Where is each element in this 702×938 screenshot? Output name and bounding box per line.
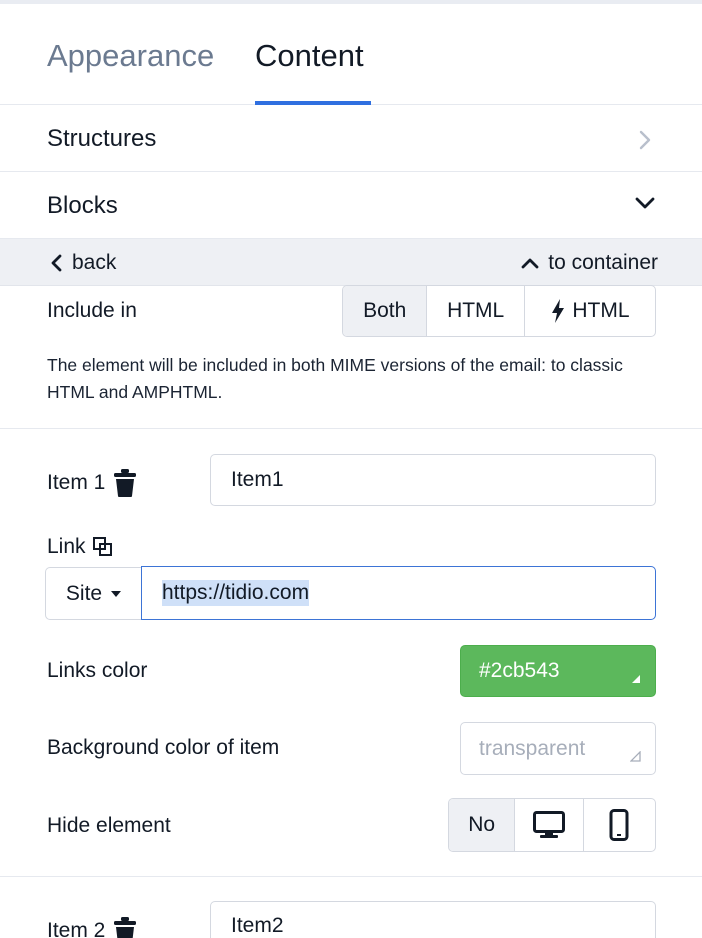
bg-color-label: Background color of item xyxy=(47,736,280,759)
tab-appearance[interactable]: Appearance xyxy=(47,38,214,74)
link-type-value: Site xyxy=(65,581,103,605)
link-type-dropdown[interactable]: Site xyxy=(45,567,142,620)
link-label: Link xyxy=(47,535,86,558)
include-html-option[interactable]: HTML xyxy=(427,286,525,336)
back-label: back xyxy=(72,251,117,274)
resize-corner-icon xyxy=(632,675,640,683)
hide-element-label: Hide element xyxy=(47,814,171,837)
item1-label: Item 1 xyxy=(47,471,106,494)
item1-input[interactable]: Item1 xyxy=(210,454,656,506)
include-in-description: The element will be included in both MIM… xyxy=(47,355,623,402)
tab-bar: Appearance Content xyxy=(0,4,702,105)
hide-desktop-option[interactable] xyxy=(515,799,584,851)
structures-label: Structures xyxy=(47,125,157,152)
caret-down-icon xyxy=(111,590,122,597)
chevron-right-icon xyxy=(639,130,651,150)
include-amphtml-option[interactable]: HTML xyxy=(525,286,655,336)
include-in-label: Include in xyxy=(47,299,137,322)
hide-mobile-option[interactable] xyxy=(584,799,655,851)
link-label-group: Link xyxy=(47,535,114,559)
tab-content[interactable]: Content xyxy=(255,38,364,74)
blocks-label: Blocks xyxy=(47,192,118,219)
resize-corner-icon xyxy=(630,751,641,762)
include-both-option[interactable]: Both xyxy=(343,286,428,336)
to-container-button[interactable]: to container xyxy=(520,251,658,275)
desktop-icon xyxy=(533,811,566,838)
chevron-up-icon xyxy=(521,258,539,269)
link-url-input[interactable]: https://tidio.com xyxy=(141,566,656,620)
bg-color-value: transparent xyxy=(479,736,586,760)
blocks-section-header[interactable]: Blocks xyxy=(0,172,702,239)
section-divider xyxy=(0,876,702,877)
lightning-icon xyxy=(552,299,565,323)
chevron-left-icon xyxy=(51,254,62,272)
hide-element-segmented-control: No xyxy=(448,798,656,852)
trash-icon[interactable] xyxy=(113,468,137,498)
links-color-label: Links color xyxy=(47,659,148,682)
hide-no-option[interactable]: No xyxy=(449,799,516,851)
include-in-segmented-control: Both HTML HTML xyxy=(342,285,656,337)
include-amphtml-label: HTML xyxy=(572,299,630,322)
item2-label: Item 2 xyxy=(47,919,106,938)
links-color-picker[interactable]: #2cb543 xyxy=(460,645,656,697)
item1-label-group: Item 1 xyxy=(47,468,137,498)
bg-color-picker[interactable]: transparent xyxy=(460,722,656,775)
links-color-value: #2cb543 xyxy=(479,659,560,682)
structures-section-header[interactable]: Structures xyxy=(0,105,702,172)
chevron-down-icon xyxy=(635,197,655,209)
block-navigation-bar: back to container xyxy=(0,239,702,286)
item2-input[interactable]: Item2 xyxy=(210,901,656,938)
copy-link-icon[interactable] xyxy=(92,536,114,558)
trash-icon[interactable] xyxy=(113,916,137,938)
to-container-label: to container xyxy=(548,251,658,274)
section-divider xyxy=(0,428,702,429)
mobile-icon xyxy=(609,809,629,841)
back-button[interactable]: back xyxy=(50,251,116,275)
item2-label-group: Item 2 xyxy=(47,916,137,938)
link-url-value: https://tidio.com xyxy=(162,580,310,606)
